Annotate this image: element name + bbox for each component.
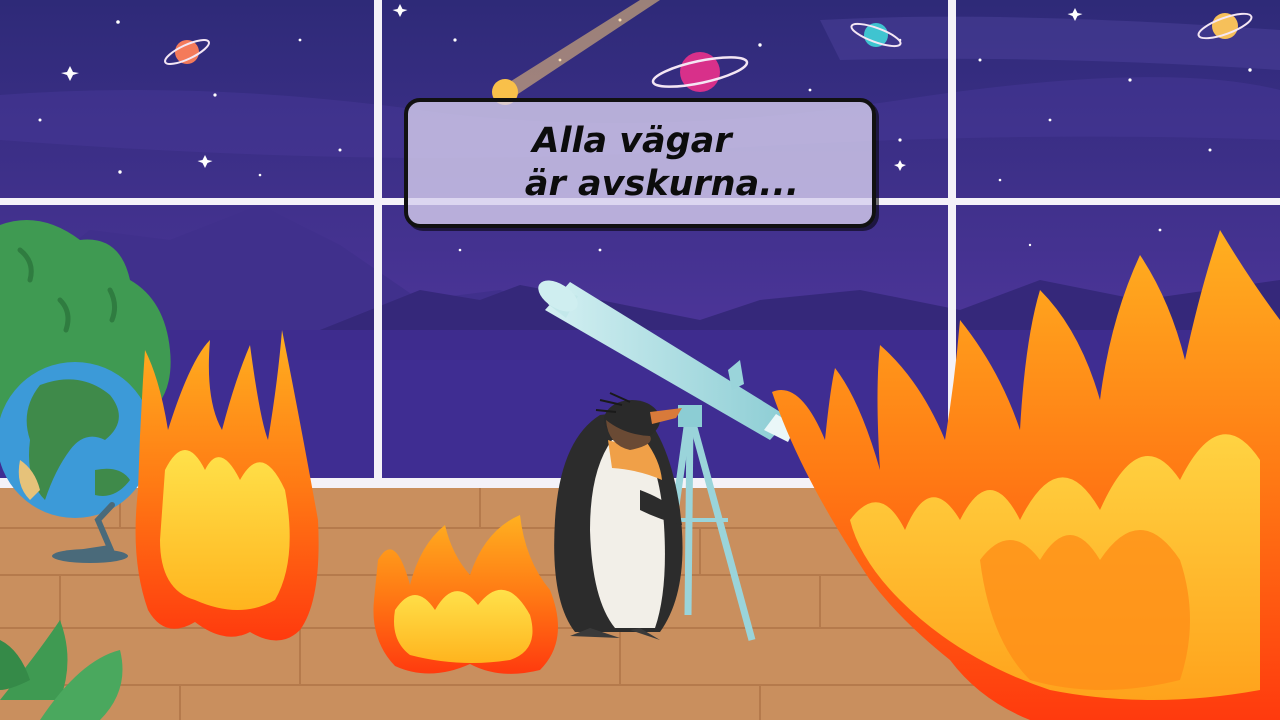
game-scene: Alla vägar är avskurna...	[0, 0, 1280, 720]
dialogue-line-2: är avskurna...	[524, 164, 800, 204]
dialogue-line-1: Alla vägar	[532, 121, 732, 162]
dialogue-box: Alla vägar är avskurna...	[404, 98, 876, 228]
